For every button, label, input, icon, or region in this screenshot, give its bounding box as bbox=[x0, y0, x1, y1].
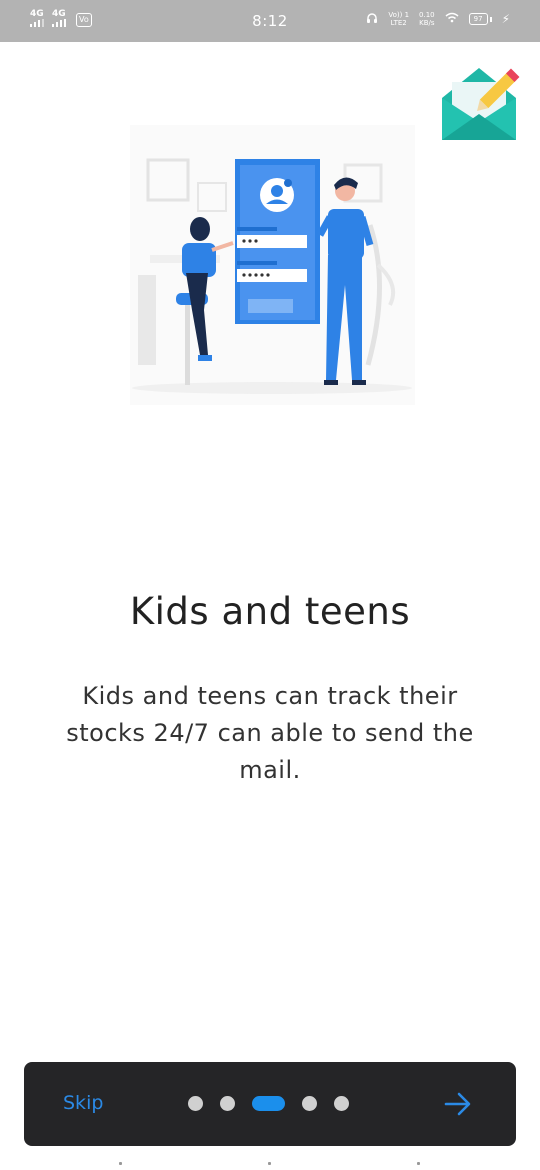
headphones-icon bbox=[366, 12, 378, 27]
onboarding-description: Kids and teens can track their stocks 24… bbox=[66, 682, 474, 784]
arrow-right-icon bbox=[444, 1092, 471, 1116]
page-dot[interactable] bbox=[302, 1096, 317, 1111]
data-speed: 0.10 KB/s bbox=[419, 11, 435, 27]
system-nav-recents-hint bbox=[417, 1162, 420, 1165]
wifi-icon bbox=[445, 12, 459, 26]
system-nav-home-hint bbox=[268, 1162, 271, 1165]
page-indicator bbox=[188, 1096, 349, 1111]
speed-unit: KB/s bbox=[419, 19, 435, 27]
battery-icon: 97 bbox=[468, 13, 492, 25]
page-dot[interactable] bbox=[334, 1096, 349, 1111]
page-dot-active[interactable] bbox=[252, 1096, 285, 1111]
network-line1: Vo)) 1 bbox=[388, 11, 410, 19]
next-button[interactable] bbox=[442, 1088, 474, 1120]
speed-value: 0.10 bbox=[419, 11, 435, 19]
mail-pencil-icon bbox=[438, 64, 520, 144]
page-dot[interactable] bbox=[220, 1096, 235, 1111]
charging-icon: ⚡ bbox=[501, 12, 510, 26]
page-dot[interactable] bbox=[188, 1096, 203, 1111]
onboarding-illustration bbox=[100, 105, 445, 450]
network-indicator: Vo)) 1 LTE2 bbox=[388, 11, 409, 27]
battery-level: 97 bbox=[468, 13, 488, 25]
status-bar: 4G 4G Vo 8:12 Vo)) 1 LTE2 0.10 KB/s 97 ⚡ bbox=[0, 0, 540, 42]
network-line2: LTE2 bbox=[390, 19, 407, 27]
skip-button[interactable]: Skip bbox=[63, 1092, 103, 1114]
status-indicators: Vo)) 1 LTE2 0.10 KB/s 97 ⚡ bbox=[366, 11, 510, 27]
onboarding-title: Kids and teens bbox=[129, 590, 411, 633]
system-nav-back-hint bbox=[119, 1162, 122, 1165]
onboarding-nav-bar: Skip bbox=[24, 1062, 516, 1146]
